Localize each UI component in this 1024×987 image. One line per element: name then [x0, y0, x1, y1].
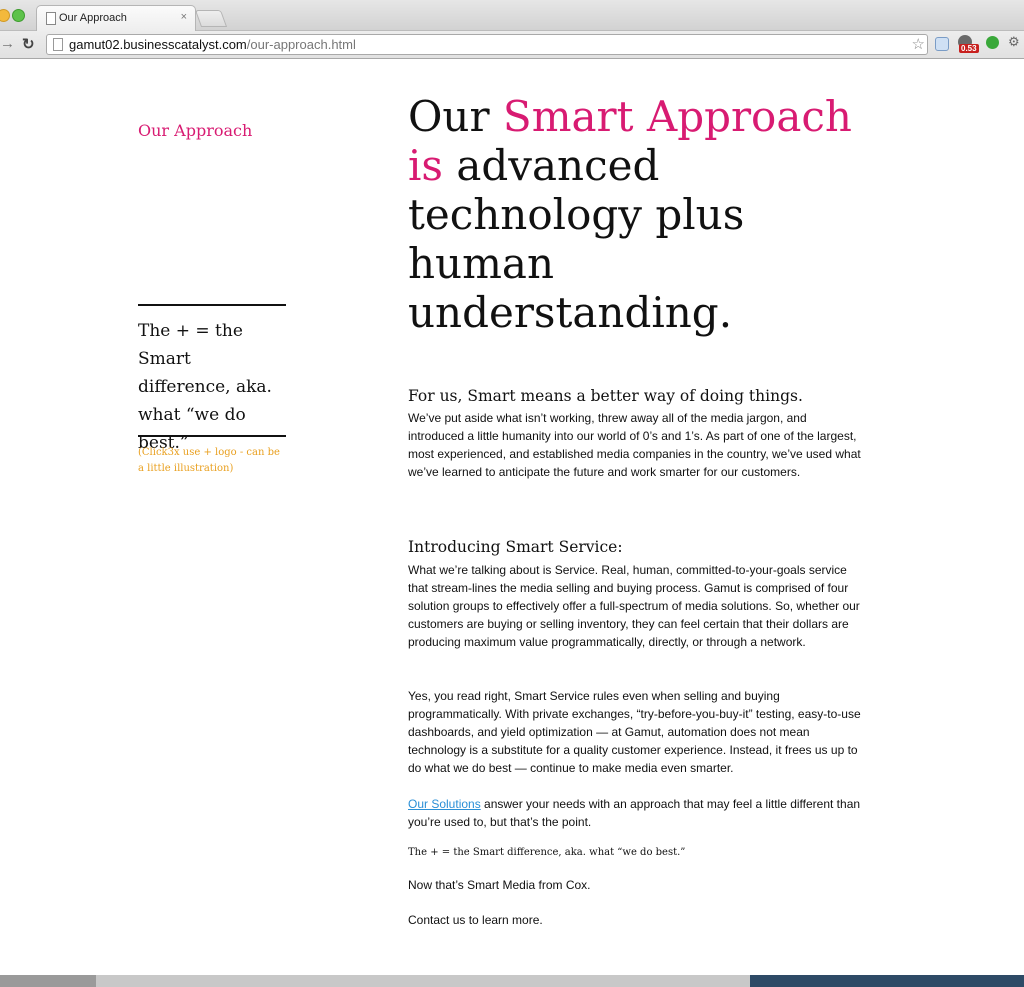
- url-path: /our-approach.html: [246, 37, 356, 52]
- sidebar-divider-bottom: [138, 435, 286, 437]
- extension-green-icon[interactable]: [986, 36, 999, 49]
- footer-strip: [0, 975, 1024, 987]
- new-tab-button[interactable]: [194, 10, 228, 27]
- headline-highlight-is: is: [408, 141, 443, 190]
- sidebar-note: (Click3x use + logo - can be a little il…: [138, 447, 280, 474]
- extension-badge: 0.53: [959, 44, 979, 53]
- page-icon: [53, 38, 63, 51]
- close-tab-icon[interactable]: ×: [181, 11, 187, 23]
- section-body-service: What we’re talking about is Service. Rea…: [408, 563, 860, 649]
- extension-menu-icon[interactable]: ⚙: [1008, 34, 1020, 50]
- tab-title: Our Approach: [59, 12, 127, 24]
- extension-icon[interactable]: [935, 37, 949, 51]
- zoom-window-button[interactable]: [12, 9, 25, 22]
- tagline-text: The + = the Smart difference, aka. what …: [408, 847, 686, 858]
- section-heading-service: Introducing Smart Service:: [408, 538, 623, 556]
- forward-arrow-icon[interactable]: →: [0, 35, 15, 52]
- section-body-programmatic: Yes, you read right, Smart Service rules…: [408, 689, 861, 775]
- closing-contact: Contact us to learn more.: [408, 913, 543, 927]
- url-text[interactable]: gamut02.businesscatalyst.com/our-approac…: [69, 37, 356, 52]
- browser-tab[interactable]: Our Approach ×: [36, 5, 196, 31]
- page-icon: [46, 12, 56, 25]
- solutions-paragraph: Our Solutions answer your needs with an …: [408, 795, 863, 831]
- headline-highlight-smart-approach: Smart Approach: [502, 92, 852, 141]
- section-heading-smart: For us, Smart means a better way of doin…: [408, 387, 803, 405]
- address-bar[interactable]: gamut02.businesscatalyst.com/our-approac…: [46, 34, 928, 55]
- headline-part2: advanced technology plus human understan…: [408, 141, 745, 337]
- url-host: gamut02.businesscatalyst.com: [69, 37, 247, 52]
- bookmark-star-icon[interactable]: ☆: [912, 35, 925, 53]
- sidebar-title: Our Approach: [138, 121, 253, 140]
- sidebar-divider-top: [138, 304, 286, 306]
- section-body-smart: We’ve put aside what isn’t working, thre…: [408, 411, 861, 479]
- our-solutions-link[interactable]: Our Solutions: [408, 797, 481, 811]
- reload-icon[interactable]: ↻: [22, 35, 35, 53]
- page-headline: Our Smart Approach is advanced technology…: [408, 92, 878, 337]
- closing-cox: Now that’s Smart Media from Cox.: [408, 878, 591, 892]
- extension-counter-icon[interactable]: 0.53: [958, 35, 979, 53]
- browser-toolbar: → ↻ gamut02.businesscatalyst.com/our-app…: [0, 31, 1024, 59]
- headline-part1: Our: [408, 92, 503, 141]
- browser-titlebar: Our Approach ×: [0, 0, 1024, 31]
- minimize-window-button[interactable]: [0, 9, 10, 22]
